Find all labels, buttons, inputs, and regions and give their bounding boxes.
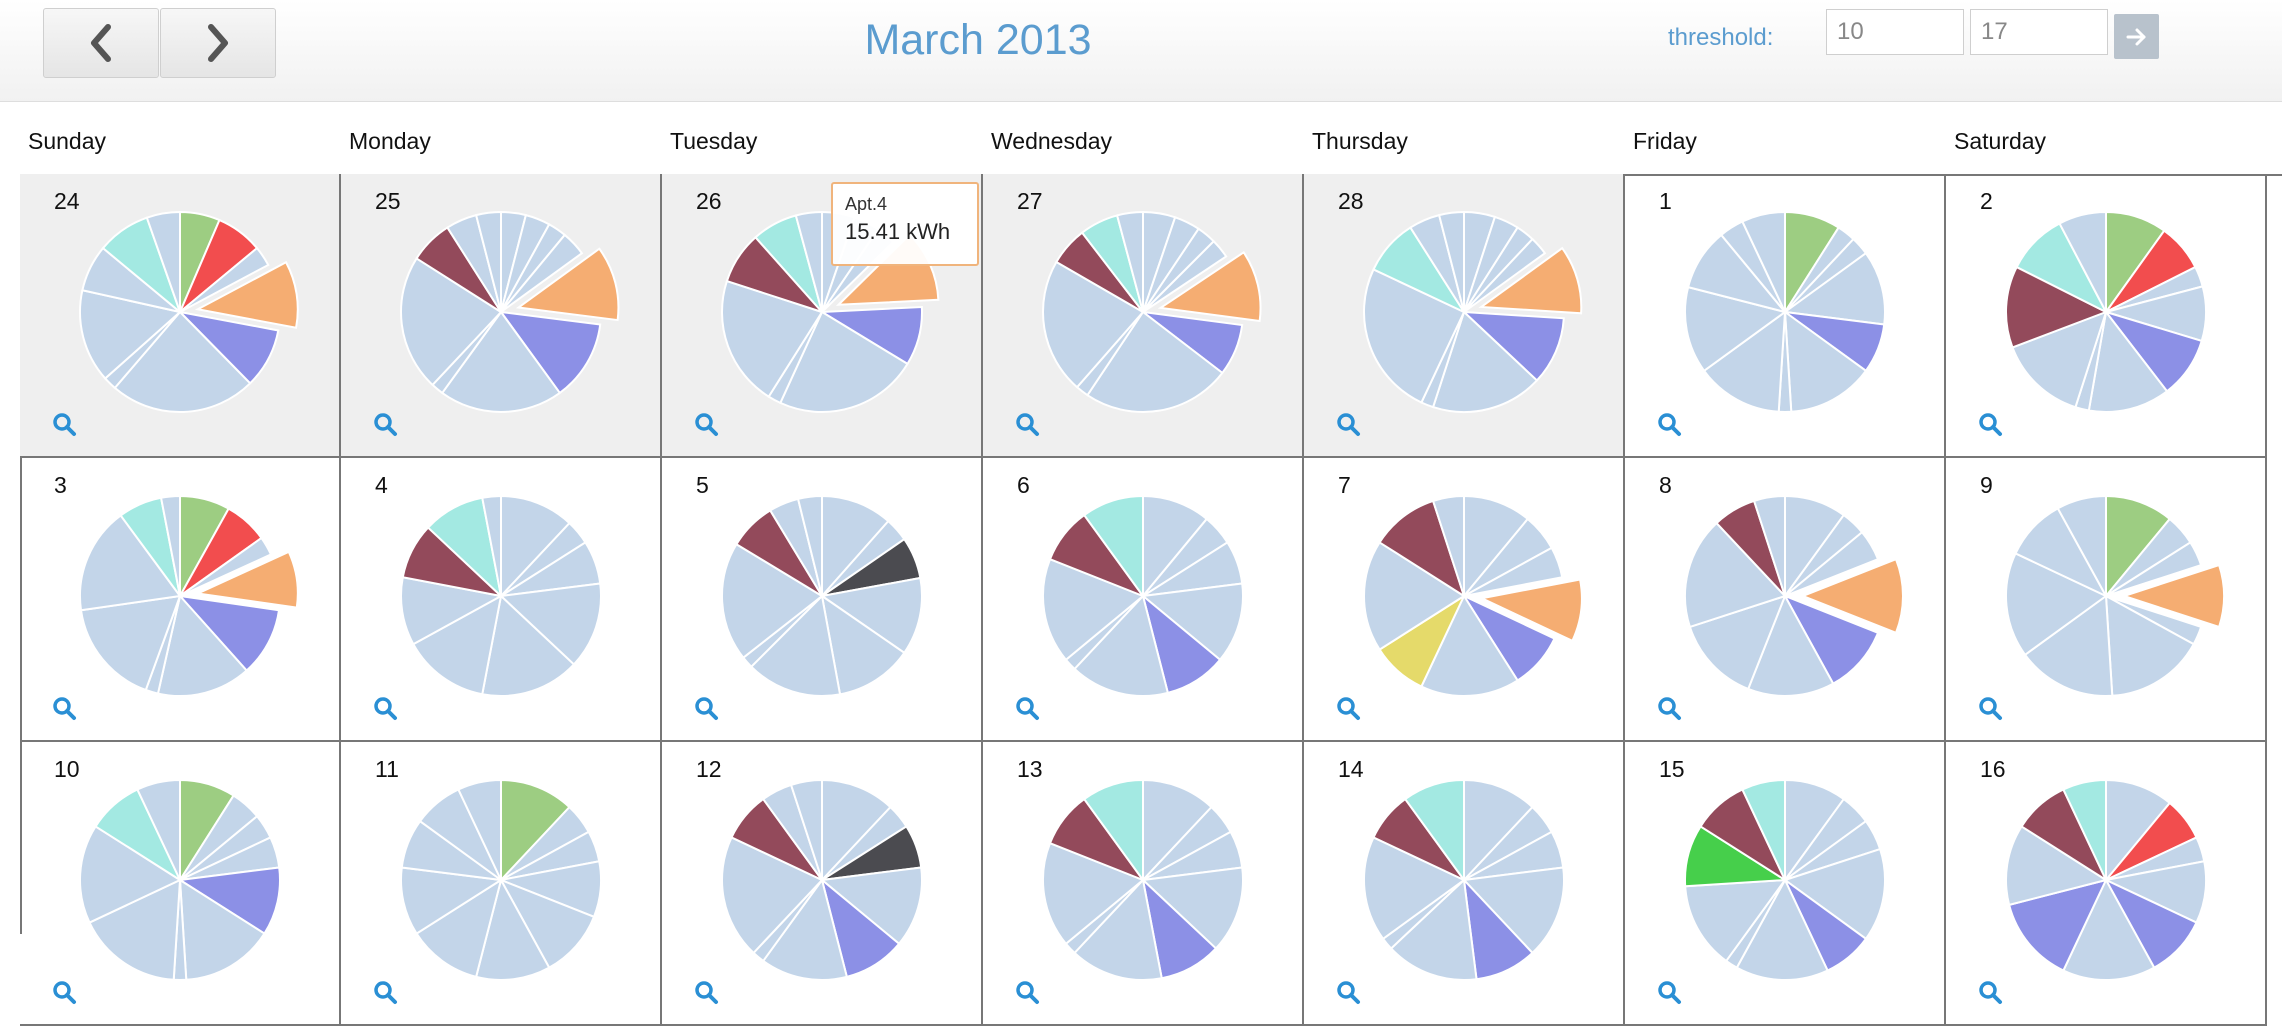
zoom-day-button[interactable] [52,696,78,722]
magnifier-icon [1658,981,1681,1004]
weekday-header: Sunday Monday Tuesday Wednesday Thursday Frid… [20,128,2282,168]
calendar-day-cell[interactable]: 6 [983,458,1304,742]
magnifier-icon [1658,413,1681,436]
zoom-day-button[interactable] [1978,980,2004,1006]
calendar-day-cell[interactable]: 14 [1304,742,1625,1026]
magnifier-icon [1337,413,1360,436]
calendar-day-cell[interactable]: 1 [1625,174,1946,458]
calendar-day-cell[interactable]: 15 [1625,742,1946,1026]
zoom-day-button[interactable] [373,412,399,438]
calendar-day-cell[interactable]: 28 [1304,174,1625,458]
calendar-day-cell[interactable]: 24 [20,174,341,458]
magnifier-icon [1016,981,1039,1004]
zoom-day-button[interactable] [373,980,399,1006]
zoom-day-button[interactable] [1015,696,1041,722]
weekday-label: Wednesday [991,128,1113,154]
month-title: March 2013 [864,16,1092,64]
magnifier-icon [695,981,718,1004]
magnifier-icon [695,413,718,436]
calendar-day-cell[interactable]: 10 [20,742,341,1026]
zoom-day-button[interactable] [1336,696,1362,722]
threshold-high-input[interactable] [1970,9,2108,55]
magnifier-icon [1979,413,2002,436]
weekday-label: Sunday [28,128,107,154]
threshold-label: threshold: [1668,24,1774,51]
zoom-day-button[interactable] [694,412,720,438]
magnifier-icon [53,981,76,1004]
calendar-day-cell[interactable]: 16 [1946,742,2267,1026]
zoom-day-button[interactable] [1657,696,1683,722]
magnifier-icon [1016,413,1039,436]
zoom-day-button[interactable] [1015,980,1041,1006]
calendar-day-cell[interactable]: 27 [983,174,1304,458]
magnifier-icon [1658,697,1681,720]
zoom-day-button[interactable] [52,412,78,438]
zoom-day-button[interactable] [694,696,720,722]
magnifier-icon [1979,981,2002,1004]
calendar-day-cell[interactable]: 2 [1946,174,2267,458]
zoom-day-button[interactable] [373,696,399,722]
apply-threshold-button[interactable] [2114,14,2159,59]
zoom-day-button[interactable] [1657,980,1683,1006]
zoom-day-button[interactable] [694,980,720,1006]
calendar-day-cell[interactable]: 13 [983,742,1304,1026]
calendar-day-cell[interactable]: 8 [1625,458,1946,742]
calendar-day-cell[interactable]: 7 [1304,458,1625,742]
zoom-day-button[interactable] [1336,412,1362,438]
magnifier-icon [1979,697,2002,720]
threshold-low-input[interactable] [1826,9,1964,55]
calendar-day-cell[interactable]: 12 [662,742,983,1026]
calendar-day-cell[interactable]: 5 [662,458,983,742]
zoom-day-button[interactable] [52,980,78,1006]
magnifier-icon [374,981,397,1004]
calendar-header: March 2013 threshold: [0,0,2282,102]
magnifier-icon [374,413,397,436]
magnifier-icon [1337,981,1360,1004]
calendar-grid: 24 25 26 27 28 1 2 3 4 5 6 7 8 9 10 11 12 13 14 15 16 [20,174,2282,1026]
zoom-day-button[interactable] [1978,696,2004,722]
calendar-day-cell[interactable]: 25 [341,174,662,458]
magnifier-icon [1016,697,1039,720]
zoom-day-button[interactable] [1015,412,1041,438]
magnifier-icon [53,413,76,436]
weekday-label: Saturday [1954,128,2047,154]
zoom-day-button[interactable] [1657,412,1683,438]
weekday-label: Monday [349,128,431,154]
calendar-day-cell[interactable]: 9 [1946,458,2267,742]
magnifier-icon [1337,697,1360,720]
weekday-label: Thursday [1312,128,1408,154]
tooltip-apartment-name: Apt.4 [845,194,888,214]
magnifier-icon [695,697,718,720]
weekday-label: Friday [1633,128,1697,154]
calendar-day-cell[interactable]: 4 [341,458,662,742]
arrow-right-icon [2126,28,2145,45]
weekday-label: Tuesday [670,128,758,154]
zoom-day-button[interactable] [1336,980,1362,1006]
tooltip-energy-value: 15.41 kWh [845,219,951,244]
calendar-day-cell[interactable]: 3 [20,458,341,742]
pie-tooltip: Apt.4 15.41 kWh [831,182,979,266]
magnifier-icon [53,697,76,720]
zoom-day-button[interactable] [1978,412,2004,438]
calendar-day-cell[interactable]: 11 [341,742,662,1026]
magnifier-icon [374,697,397,720]
